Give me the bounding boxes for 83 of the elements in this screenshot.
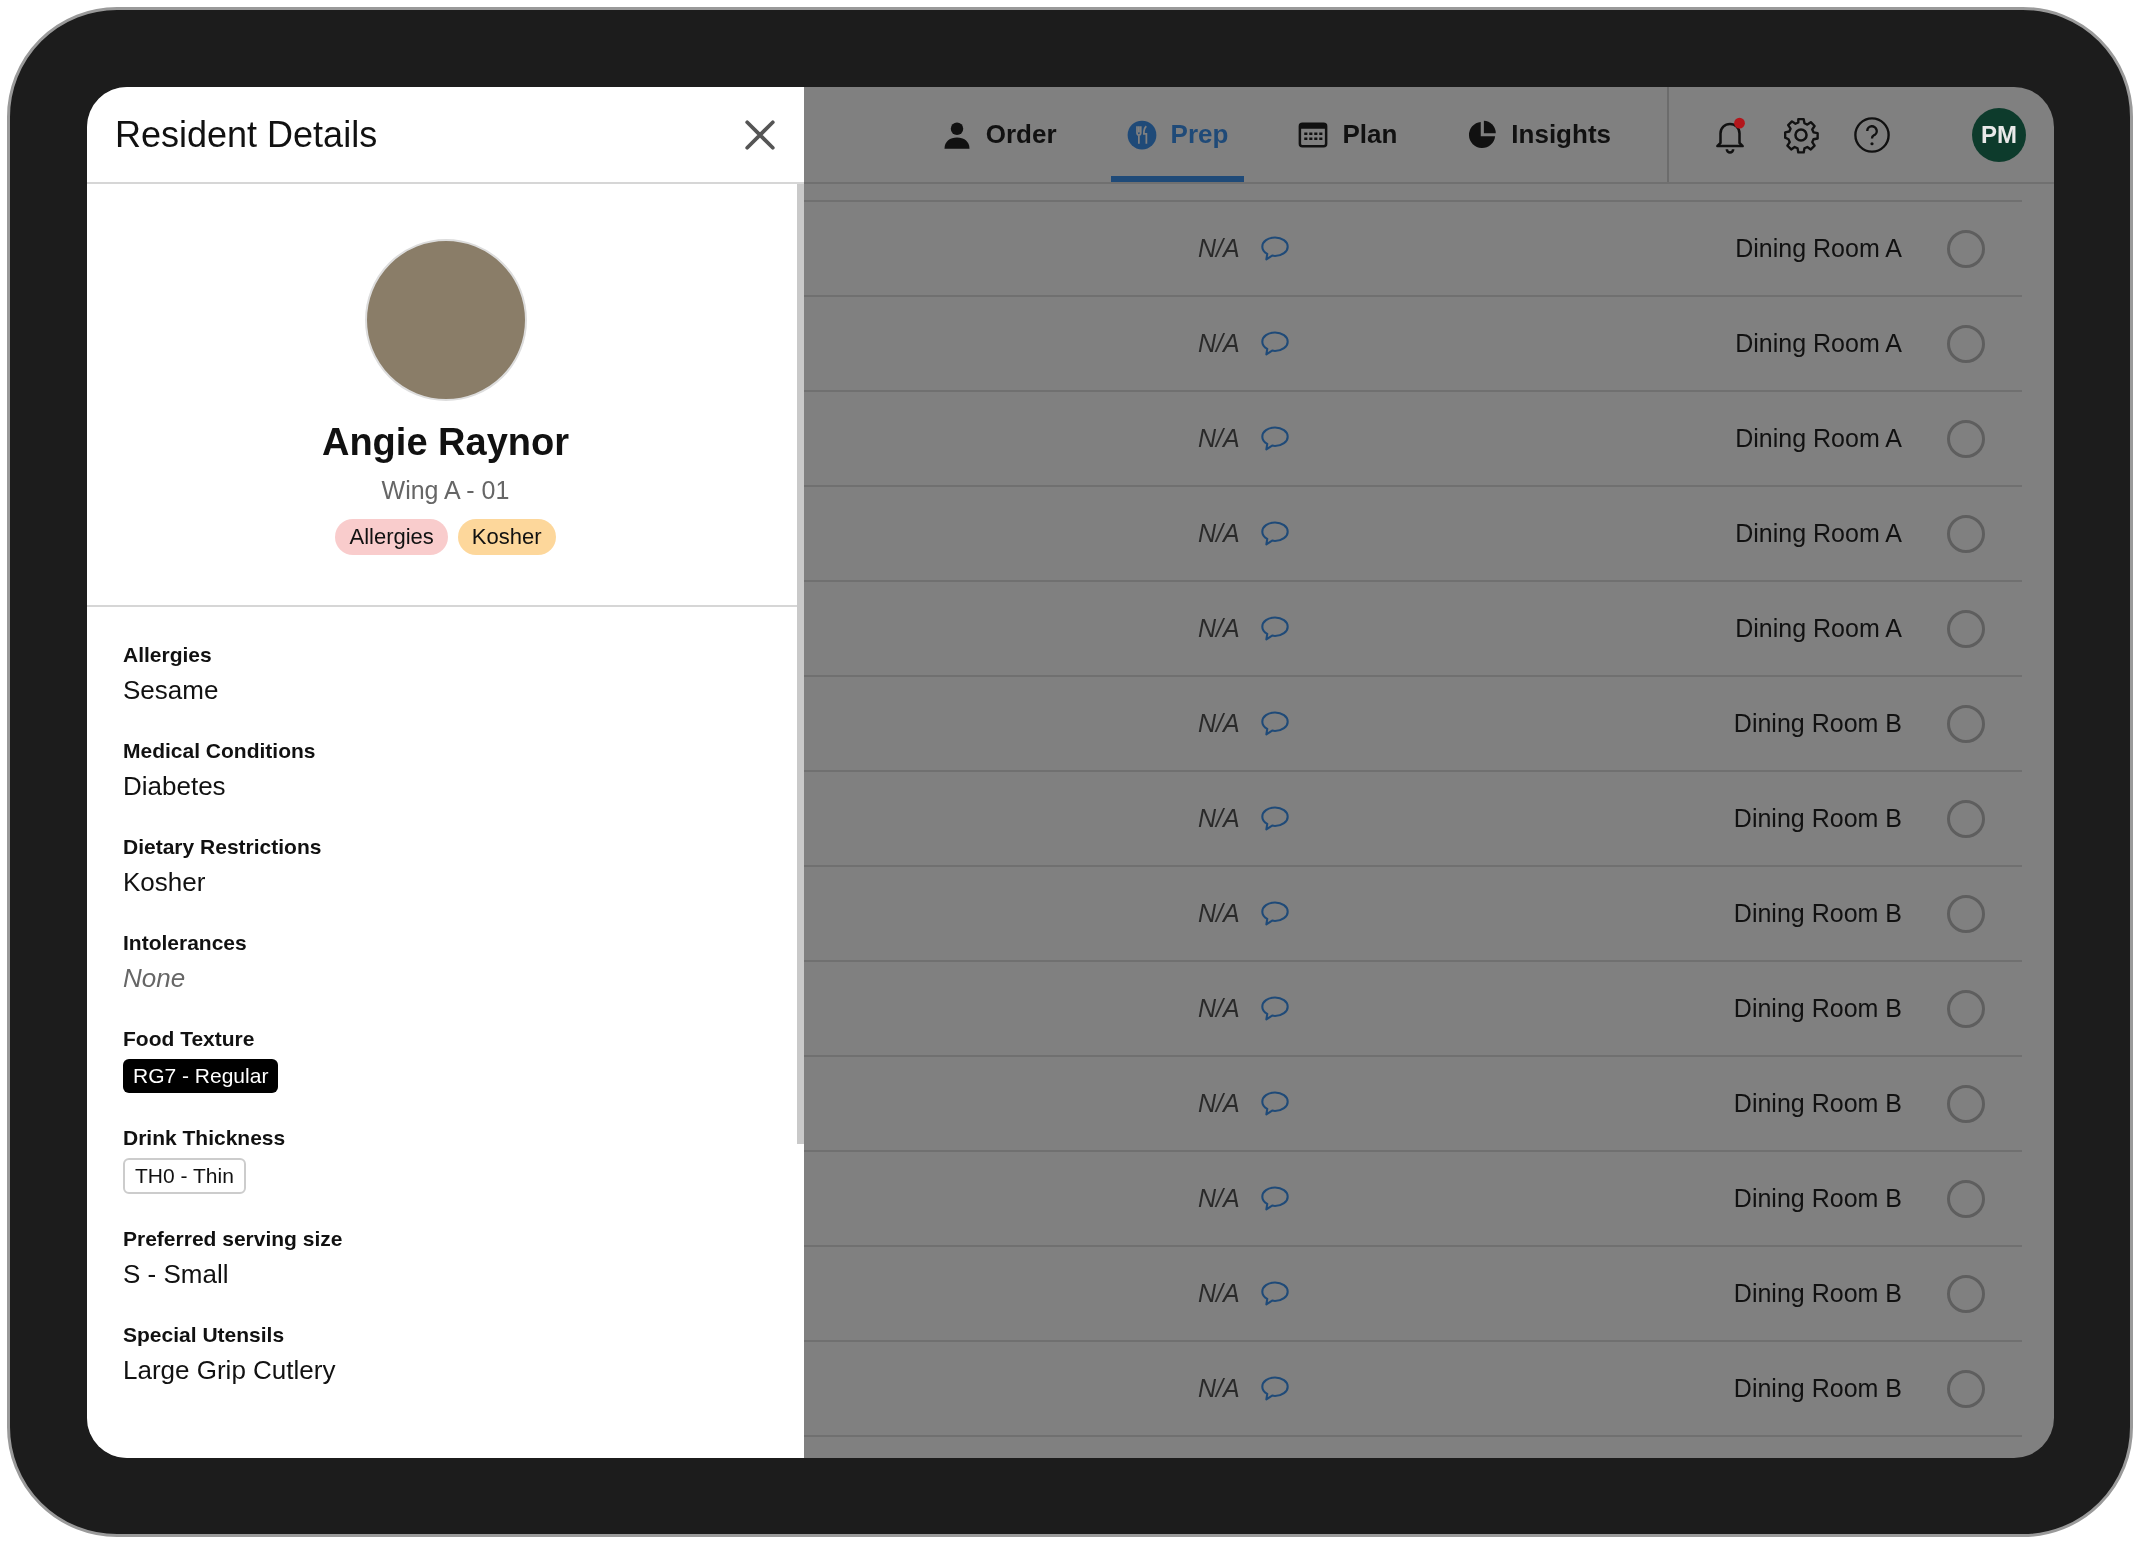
field-label: Allergies [123, 643, 213, 667]
thickness-badge: TH0 - Thin [123, 1158, 246, 1194]
comment-icon[interactable] [1259, 614, 1290, 643]
resident-name: Angie Raynor [321, 421, 569, 464]
tag: Kosher [457, 519, 556, 555]
field-label: Dietary Restrictions [123, 835, 323, 859]
select-circle[interactable] [1947, 894, 1985, 933]
select-circle[interactable] [1947, 1369, 1985, 1408]
select-circle[interactable] [1947, 324, 1985, 363]
resident-location: Wing A - 01 [381, 476, 510, 505]
nav-tab[interactable]: Order [925, 87, 1073, 182]
settings-icon[interactable] [1782, 115, 1820, 154]
dining-room-text: Dining Room B [1733, 1184, 1902, 1213]
dining-room-text: Dining Room A [1735, 329, 1902, 358]
note-text: N/A [1198, 709, 1240, 738]
comment-icon[interactable] [1259, 709, 1290, 738]
note-text: N/A [1198, 614, 1240, 643]
dining-room-text: Dining Room B [1733, 1089, 1902, 1118]
comment-icon[interactable] [1259, 994, 1290, 1023]
select-circle[interactable] [1947, 799, 1985, 838]
note-text: N/A [1198, 1184, 1240, 1213]
pie-chart-icon [1467, 119, 1498, 150]
comment-icon[interactable] [1259, 329, 1290, 358]
select-circle[interactable] [1947, 1274, 1985, 1313]
note-text: N/A [1198, 234, 1240, 263]
field-value: Kosher [123, 867, 206, 898]
tag: Allergies [335, 519, 448, 555]
field-label: Special Utensils [123, 1323, 286, 1347]
comment-icon[interactable] [1259, 519, 1290, 548]
help-icon[interactable] [1853, 115, 1891, 154]
note-text: N/A [1198, 899, 1240, 928]
dining-room-text: Dining Room B [1733, 899, 1902, 928]
note-text: N/A [1198, 994, 1240, 1023]
dining-room-text: Dining Room B [1733, 1374, 1902, 1403]
select-circle[interactable] [1947, 989, 1985, 1028]
scrollbar[interactable] [797, 184, 804, 1144]
field-label: Preferred serving size [123, 1227, 344, 1251]
comment-icon[interactable] [1259, 1374, 1290, 1403]
field-value: None [123, 963, 186, 994]
field-value: Sesame [123, 675, 219, 706]
comment-icon[interactable] [1259, 804, 1290, 833]
comment-icon[interactable] [1259, 1184, 1290, 1213]
dining-room-text: Dining Room B [1733, 994, 1902, 1023]
note-text: N/A [1198, 1374, 1240, 1403]
note-text: N/A [1198, 1279, 1240, 1308]
select-circle[interactable] [1947, 229, 1985, 268]
note-text: N/A [1198, 519, 1240, 548]
nav-tab[interactable]: Insights [1451, 87, 1627, 182]
select-circle[interactable] [1947, 514, 1985, 553]
comment-icon[interactable] [1259, 424, 1290, 453]
texture-badge: RG7 - Regular [123, 1059, 279, 1093]
select-circle[interactable] [1947, 1179, 1985, 1218]
user-avatar[interactable]: PM [1972, 107, 2026, 162]
dining-room-text: Dining Room A [1735, 424, 1902, 453]
note-text: N/A [1198, 804, 1240, 833]
field-label: Drink Thickness [123, 1126, 287, 1150]
nav-tab[interactable]: Plan [1282, 87, 1414, 182]
comment-icon[interactable] [1259, 899, 1290, 928]
dining-room-text: Dining Room A [1735, 519, 1902, 548]
comment-icon[interactable] [1259, 1089, 1290, 1118]
select-circle[interactable] [1947, 1084, 1985, 1123]
dining-room-text: Dining Room A [1735, 234, 1902, 263]
note-text: N/A [1198, 1089, 1240, 1118]
close-icon[interactable] [744, 118, 776, 151]
dining-room-text: Dining Room B [1733, 709, 1902, 738]
dining-room-text: Dining Room A [1735, 614, 1902, 643]
dining-room-text: Dining Room B [1733, 804, 1902, 833]
field-value: S - Small [123, 1259, 229, 1290]
field-label: Intolerances [123, 931, 248, 955]
select-circle[interactable] [1947, 419, 1985, 458]
note-text: N/A [1198, 424, 1240, 453]
select-circle[interactable] [1947, 704, 1985, 743]
panel-title: Resident Details [115, 113, 378, 156]
field-label: Food Texture [123, 1027, 256, 1051]
field-value: Diabetes [123, 771, 226, 802]
note-text: N/A [1198, 329, 1240, 358]
dining-room-text: Dining Room B [1733, 1279, 1902, 1308]
comment-icon[interactable] [1259, 234, 1290, 263]
select-circle[interactable] [1947, 609, 1985, 648]
fork-knife-icon [1126, 119, 1157, 150]
field-value: Large Grip Cutlery [123, 1355, 336, 1386]
field-label: Medical Conditions [123, 739, 317, 763]
comment-icon[interactable] [1259, 1279, 1290, 1308]
